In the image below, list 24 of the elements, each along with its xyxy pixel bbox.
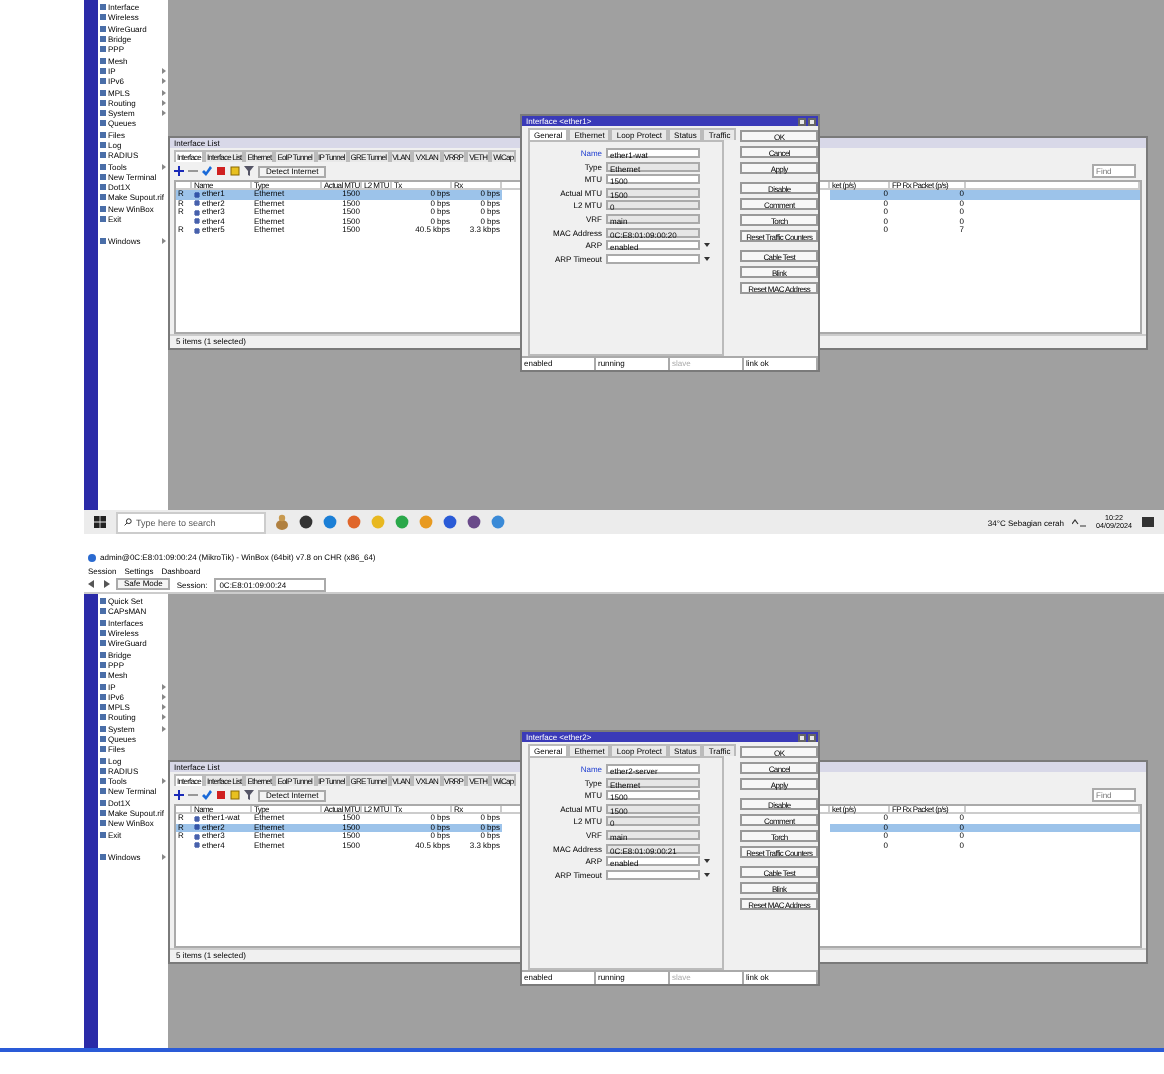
menu-icon bbox=[100, 853, 106, 860]
cross-icon[interactable] bbox=[216, 790, 226, 800]
cross-icon[interactable] bbox=[216, 166, 226, 176]
figure-icon bbox=[274, 514, 290, 530]
maximize-icon[interactable] bbox=[798, 733, 806, 741]
check-icon[interactable] bbox=[202, 166, 212, 176]
search-icon bbox=[124, 518, 132, 526]
menu-icon bbox=[100, 238, 106, 245]
maximize-icon[interactable] bbox=[798, 117, 806, 125]
close-icon[interactable] bbox=[808, 117, 816, 125]
start-icon[interactable] bbox=[92, 514, 108, 530]
tray-icons[interactable] bbox=[1072, 514, 1088, 530]
input-field[interactable] bbox=[606, 253, 700, 264]
forward-icon[interactable] bbox=[102, 580, 110, 588]
input-field[interactable] bbox=[606, 869, 700, 880]
filter-icon[interactable] bbox=[244, 166, 254, 176]
filter-icon[interactable] bbox=[244, 790, 254, 800]
check-icon[interactable] bbox=[202, 790, 212, 800]
notification-icon[interactable] bbox=[1140, 514, 1156, 530]
close-icon[interactable] bbox=[808, 733, 816, 741]
add-icon[interactable] bbox=[174, 790, 184, 800]
back-icon[interactable] bbox=[88, 580, 96, 588]
add-icon[interactable] bbox=[174, 166, 184, 176]
app-icon bbox=[88, 553, 96, 561]
